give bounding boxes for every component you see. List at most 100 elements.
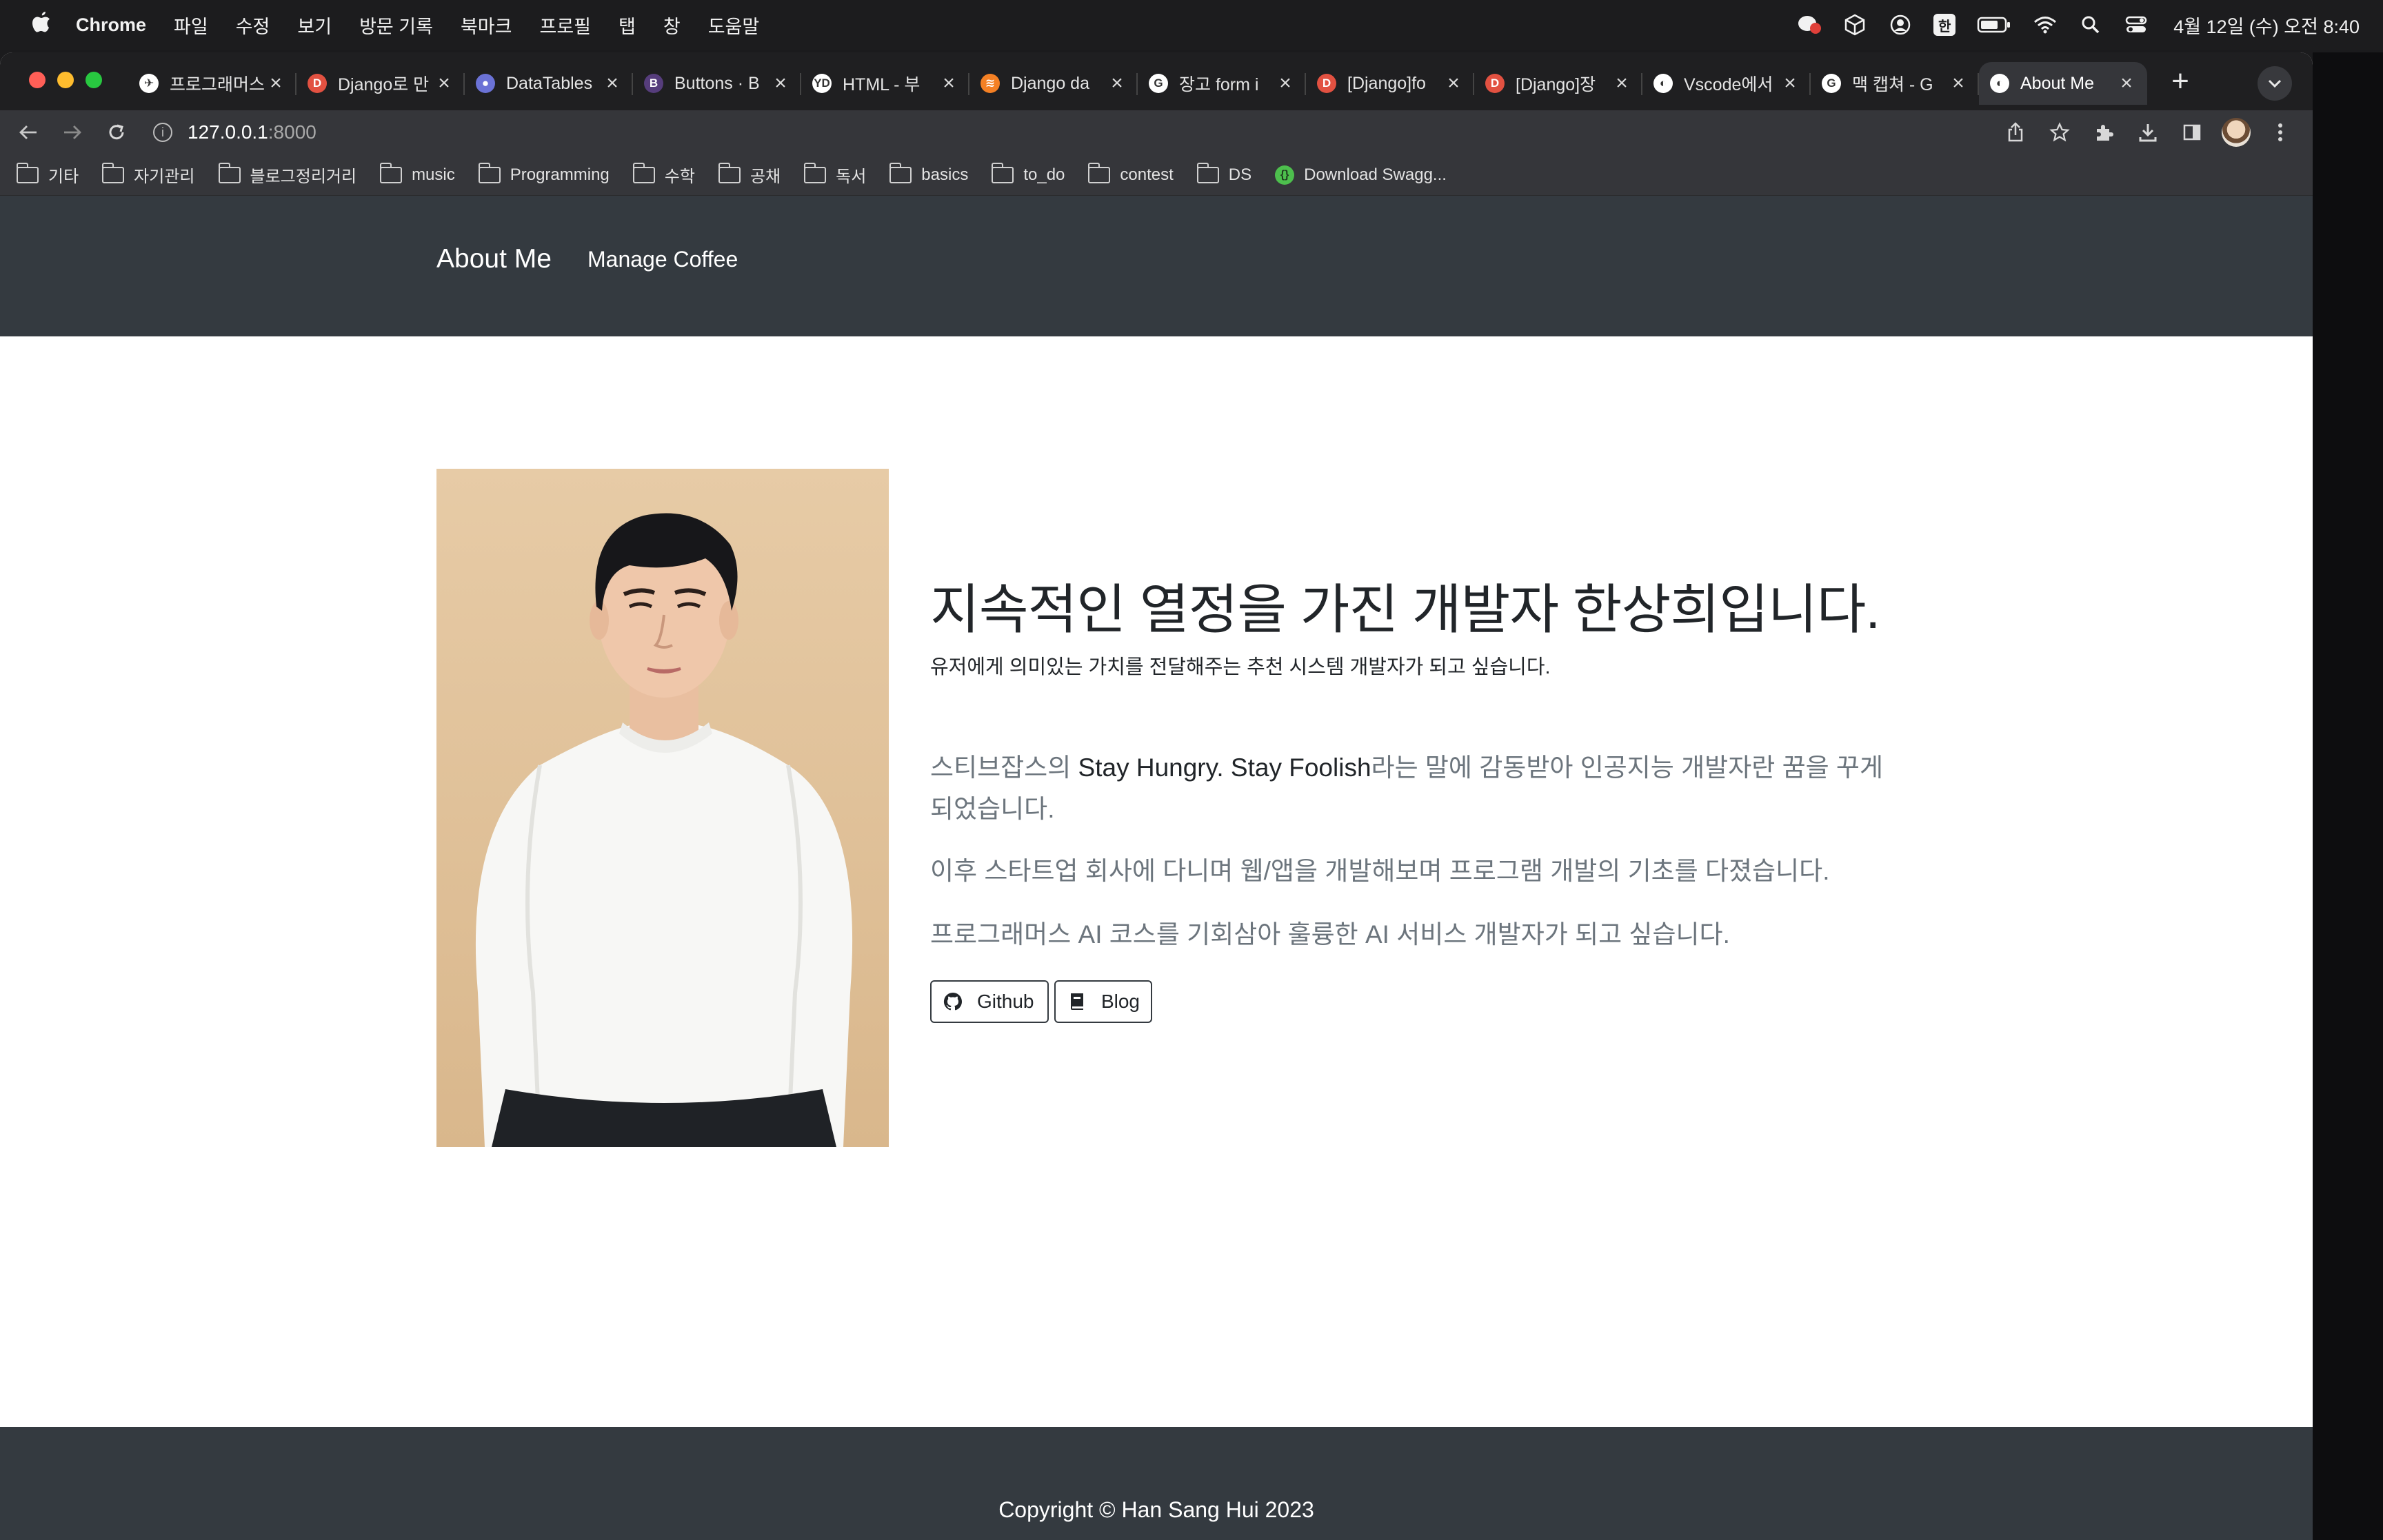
bookmark-folder[interactable]: 수학 (632, 162, 695, 187)
bookmark-label: Programming (510, 165, 610, 184)
menu-bookmarks[interactable]: 북마크 (461, 12, 512, 39)
tab[interactable]: D [Django]장 × (1474, 62, 1642, 105)
tab-favicon-icon: YD (812, 74, 832, 93)
tab-active[interactable]: ◐ About Me × (1979, 62, 2147, 105)
more-menu-icon[interactable] (2266, 118, 2295, 147)
user-circle-icon[interactable] (1888, 12, 1913, 37)
wifi-icon[interactable] (2033, 12, 2058, 37)
bookmark-star-icon[interactable] (2045, 118, 2074, 147)
menu-file[interactable]: 파일 (174, 12, 208, 39)
tab-list: ✈ 프로그래머스 × D Django로 만 × ● DataTables × B Buttons … (128, 62, 2147, 110)
nav-link-manage-coffee[interactable]: Manage Coffee (587, 247, 738, 272)
toolbar-actions (2001, 110, 2295, 154)
side-panel-icon[interactable] (2178, 118, 2206, 147)
back-button[interactable] (12, 116, 44, 148)
tab-close-icon[interactable]: × (434, 72, 454, 95)
new-tab-button[interactable]: + (2161, 62, 2200, 101)
bookmark-folder[interactable]: 자기관리 (102, 162, 195, 187)
tab-close-icon[interactable]: × (1276, 72, 1295, 95)
forward-button[interactable] (57, 116, 88, 148)
tab-close-icon[interactable]: × (2117, 72, 2136, 95)
folder-icon (17, 162, 39, 183)
bookmark-folder[interactable]: contest (1088, 162, 1174, 185)
url-host: 127.0.0.1 (188, 121, 268, 143)
close-window-button[interactable] (29, 72, 46, 88)
tab[interactable]: D Django로 만 × (296, 62, 465, 105)
tab[interactable]: ● DataTables × (465, 62, 633, 105)
menu-view[interactable]: 보기 (297, 12, 332, 39)
extensions-puzzle-icon[interactable] (2089, 118, 2118, 147)
bookmark-folder[interactable]: DS (1196, 162, 1251, 185)
tab-favicon-icon: D (1485, 74, 1505, 93)
tab[interactable]: YD HTML - 부 × (801, 62, 969, 105)
web-page: About Me Manage Coffee 지속적인 열정을 가진 개발자 한… (0, 196, 2313, 1540)
tab-favicon-icon: D (308, 74, 327, 93)
tab[interactable]: D [Django]fo × (1306, 62, 1474, 105)
menubar-clock[interactable]: 4월 12일 (수) 오전 8:40 (2173, 12, 2360, 39)
tab-close-icon[interactable]: × (266, 72, 285, 95)
menu-profiles[interactable]: 프로필 (539, 12, 591, 39)
menu-window[interactable]: 창 (663, 12, 681, 39)
tab-close-icon[interactable]: × (939, 72, 958, 95)
bookmark-link[interactable]: {} Download Swagg... (1275, 165, 1447, 185)
bookmark-folder[interactable]: music (380, 162, 455, 185)
apple-menu-icon[interactable] (23, 10, 61, 40)
menu-history[interactable]: 방문 기록 (359, 12, 433, 39)
bookmark-folder[interactable]: to_do (992, 162, 1065, 185)
tab-close-icon[interactable]: × (1107, 72, 1127, 95)
tab-close-icon[interactable]: × (1444, 72, 1463, 95)
zoom-window-button[interactable] (86, 72, 102, 88)
share-icon[interactable] (2001, 118, 2030, 147)
menu-help[interactable]: 도움말 (708, 12, 760, 39)
tab[interactable]: ◐ Vscode에서 × (1642, 62, 1811, 105)
reload-button[interactable] (101, 116, 132, 148)
hero-subtitle: 유저에게 의미있는 가치를 전달해주는 추천 시스템 개발자가 되고 싶습니다. (930, 656, 1551, 678)
cube-icon[interactable] (1842, 12, 1867, 37)
bookmark-folder[interactable]: Programming (478, 162, 610, 185)
bookmark-folder[interactable]: 블로그정리거리 (218, 162, 356, 187)
tab-close-icon[interactable]: × (603, 72, 622, 95)
spotlight-search-icon[interactable] (2078, 12, 2103, 37)
navbar-brand-link[interactable]: About Me (436, 244, 552, 274)
tab[interactable]: ≋ Django da × (969, 62, 1138, 105)
tab[interactable]: ✈ 프로그래머스 × (128, 62, 296, 105)
book-icon (1067, 991, 1087, 1012)
app-name-menu[interactable]: Chrome (76, 14, 146, 36)
bookmark-folder[interactable]: 독서 (804, 162, 866, 187)
tab-search-button[interactable] (2258, 66, 2292, 101)
downloads-icon[interactable] (2133, 118, 2162, 147)
bookmark-folder[interactable]: basics (889, 162, 969, 185)
arrow-right-icon (64, 125, 81, 139)
blog-button[interactable]: Blog (1054, 980, 1152, 1023)
tab-title: About Me (2020, 73, 2095, 93)
tab-title: Django da (1011, 73, 1089, 93)
address-bar[interactable]: i 127.0.0.1:8000 (153, 114, 1849, 150)
site-info-icon[interactable]: i (153, 123, 172, 142)
chat-notification-icon[interactable] (1797, 12, 1822, 37)
menu-tab[interactable]: 탭 (619, 12, 636, 39)
chevron-down-icon (2268, 79, 2282, 88)
input-method-icon[interactable]: 한 (1933, 14, 1956, 36)
profile-photo (436, 469, 889, 1147)
control-center-icon[interactable] (2124, 12, 2149, 37)
bookmark-label: music (412, 165, 455, 184)
tab-close-icon[interactable]: × (1612, 72, 1631, 95)
tab[interactable]: G 장고 form i × (1138, 62, 1306, 105)
bookmark-label: basics (921, 165, 969, 184)
tab-favicon-icon: ✈ (139, 74, 159, 93)
tab-favicon-icon: ◐ (1653, 74, 1673, 93)
bookmark-label: Download Swagg... (1304, 165, 1447, 184)
tab-favicon-icon: B (644, 74, 663, 93)
tab[interactable]: G 맥 캡쳐 - G × (1811, 62, 1979, 105)
battery-icon[interactable] (1976, 12, 2012, 37)
bookmark-folder[interactable]: 기타 (17, 162, 79, 187)
tab-close-icon[interactable]: × (1780, 72, 1800, 95)
github-button[interactable]: Github (930, 980, 1049, 1023)
tab[interactable]: B Buttons · B × (633, 62, 801, 105)
minimize-window-button[interactable] (57, 72, 74, 88)
tab-close-icon[interactable]: × (771, 72, 790, 95)
profile-avatar[interactable] (2222, 118, 2251, 147)
tab-close-icon[interactable]: × (1949, 72, 1968, 95)
bookmark-folder[interactable]: 공채 (718, 162, 781, 187)
menu-edit[interactable]: 수정 (236, 12, 270, 39)
